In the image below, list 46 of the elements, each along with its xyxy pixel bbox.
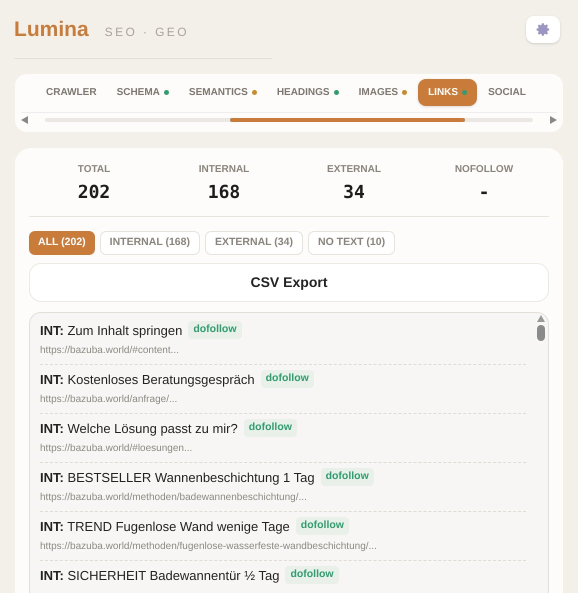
stat-value: 202 [78, 180, 110, 204]
tab[interactable]: LINKS [418, 79, 478, 106]
link-url: https://bazuba.world/anfrage/... [40, 393, 178, 407]
dofollow-tag: dofollow [320, 468, 374, 486]
stat-label: EXTERNAL [327, 162, 381, 176]
dofollow-tag: dofollow [260, 370, 314, 388]
link-url: https://bazuba.world/methoden/fugenlose-wasserfeste-wandbeschichtung/... [40, 540, 378, 554]
stat-value: - [478, 180, 490, 204]
tab[interactable]: CRAWLER [37, 79, 106, 106]
filter-chip[interactable]: EXTERNAL (34) [204, 230, 303, 254]
link-url: https://bazuba.world/methoden/badewannenbeschichtung/... [40, 491, 308, 505]
tab[interactable]: IMAGES [350, 79, 416, 106]
dofollow-tag: dofollow [285, 566, 339, 584]
dofollow-tag: dofollow [244, 419, 297, 438]
stat-label: TOTAL [78, 162, 110, 176]
scroll-right-icon[interactable] [549, 116, 557, 124]
scrollbar-thumb[interactable] [230, 118, 465, 122]
link-title: INT: TREND Fugenlose Wand wenige Tage [40, 518, 290, 536]
dofollow-tag: dofollow [296, 517, 349, 536]
tab[interactable]: SCHEMA [108, 79, 178, 106]
settings-button[interactable] [526, 16, 560, 44]
filter-chip[interactable]: ALL (202) [29, 230, 95, 254]
tab[interactable]: HEADINGS [268, 79, 348, 106]
tab[interactable]: SOCIAL [479, 79, 535, 106]
scroll-left-icon[interactable] [21, 116, 29, 124]
link-title: INT: SICHERHEIT Badewannentür ½ Tag [40, 566, 280, 585]
link-title: INT: Kostenloses Beratungsgespräch [40, 370, 255, 389]
stat-value: 168 [208, 180, 240, 204]
filter-chip[interactable]: INTERNAL (168) [100, 230, 200, 254]
stat-label: INTERNAL [198, 162, 250, 176]
logo-text: Lumina [14, 17, 89, 43]
dofollow-tag: dofollow [188, 321, 242, 340]
list-scrollbar-thumb[interactable] [537, 324, 545, 340]
tab[interactable]: SEMANTICS [180, 79, 266, 106]
settings-icon [536, 22, 550, 38]
scroll-up-icon[interactable] [537, 314, 545, 322]
stat-label: NOFOLLOW [454, 162, 514, 176]
link-url: https://bazuba.world/#loesungen... [40, 442, 194, 456]
filter-chip[interactable]: NO TEXT (10) [308, 230, 396, 254]
stat-value: 34 [343, 180, 365, 204]
link-title: INT: Zum Inhalt springen [40, 322, 182, 340]
subtitle: SEO · GEO [104, 24, 189, 41]
csv-export-button[interactable]: CSV Export [29, 262, 549, 302]
link-title: INT: Welche Lösung passt zu mir? [40, 420, 238, 438]
link-url: https://bazuba.world/#content... [40, 344, 180, 358]
link-title: INT: BESTSELLER Wannenbeschichtung 1 Tag [40, 468, 315, 487]
